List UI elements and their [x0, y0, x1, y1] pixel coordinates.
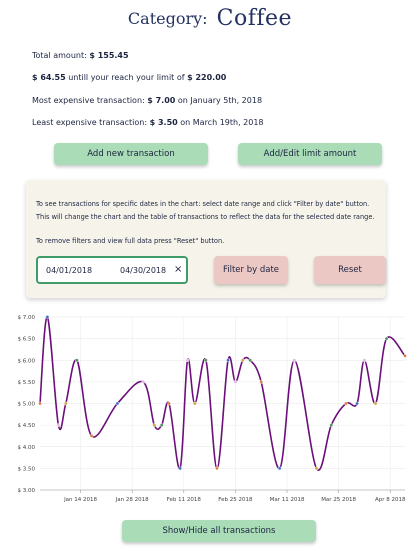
data-point[interactable] — [233, 380, 238, 384]
y-tick-label: $ 3.50 — [18, 466, 36, 472]
reset-button[interactable]: Reset — [314, 256, 386, 284]
least-expensive-value: $ 3.50 — [149, 118, 178, 127]
y-tick-label: $ 6.50 — [18, 337, 36, 343]
data-point[interactable] — [403, 354, 407, 358]
y-tick-label: $ 6.00 — [18, 358, 36, 364]
date-range-picker[interactable]: 04/01/2018 04/30/2018 × — [36, 256, 188, 284]
data-point[interactable] — [185, 358, 190, 363]
y-tick-label: $ 3.00 — [18, 488, 36, 494]
data-point[interactable] — [204, 358, 208, 363]
data-point[interactable] — [75, 358, 79, 363]
toggle-transactions-button[interactable]: Show/Hide all transactions — [122, 520, 316, 542]
filter-help-text: To see transactions for specific dates i… — [36, 200, 375, 221]
data-point[interactable] — [56, 423, 61, 427]
data-point[interactable] — [240, 358, 245, 363]
x-tick-label: Feb 25 2018 — [218, 497, 253, 503]
reset-help-text: To remove filters and view full data pre… — [36, 237, 225, 245]
total-amount-line: Total amount: $ 155.45 — [32, 51, 129, 60]
data-point[interactable] — [215, 466, 219, 471]
x-axis: Jan 14 2018 Jan 28 2018 Feb 11 2018 Feb 25 … — [40, 489, 406, 503]
total-amount-value: $ 155.45 — [89, 51, 129, 60]
x-tick-label: Apr 8 2018 — [375, 497, 406, 503]
data-point[interactable] — [344, 401, 348, 406]
y-tick-label: $ 4.00 — [18, 445, 36, 451]
data-point[interactable] — [248, 358, 252, 363]
most-expensive-line: Most expensive transaction: $ 7.00 on Ja… — [32, 96, 263, 105]
data-point[interactable] — [259, 380, 264, 384]
edit-limit-button[interactable]: Add/Edit limit amount — [238, 143, 382, 165]
data-point[interactable] — [373, 401, 378, 406]
data-point[interactable] — [89, 434, 94, 438]
data-point[interactable] — [64, 401, 68, 406]
data-point[interactable] — [193, 401, 197, 406]
x-tick-label: Feb 11 2018 — [167, 497, 202, 503]
data-point[interactable] — [115, 401, 120, 406]
data-point[interactable] — [355, 401, 359, 406]
filter-panel: To see transactions for specific dates i… — [26, 180, 386, 298]
data-point[interactable] — [152, 423, 157, 427]
start-date-input[interactable]: 04/01/2018 — [46, 266, 92, 275]
least-expensive-line: Least expensive transaction: $ 3.50 on M… — [32, 118, 264, 127]
limit-remaining-line: $ 64.55 untill your reach your limit of … — [32, 73, 227, 82]
data-point[interactable] — [362, 358, 367, 363]
x-tick-label: Jan 28 2018 — [115, 497, 149, 503]
data-point[interactable] — [314, 466, 319, 471]
filter-by-date-button[interactable]: Filter by date — [214, 256, 288, 284]
category-name: Coffee — [216, 6, 293, 31]
data-point[interactable] — [159, 423, 164, 427]
end-date-input[interactable]: 04/30/2018 — [120, 266, 166, 275]
x-tick-label: Mar 11 2018 — [270, 497, 305, 503]
category-label: Category: — [127, 9, 208, 28]
most-expensive-value: $ 7.00 — [147, 96, 176, 105]
x-tick-label: Jan 14 2018 — [63, 497, 97, 503]
data-point[interactable] — [167, 401, 171, 406]
limit-value: $ 220.00 — [187, 73, 227, 82]
series-line — [39, 316, 406, 471]
x-tick-label: Mar 25 2018 — [321, 497, 356, 503]
data-point[interactable] — [329, 423, 334, 427]
clear-dates-icon[interactable]: × — [174, 264, 182, 275]
spending-line-chart: $ 3.00 $ 3.50 $ 4.00 $ 4.50 $ 5.00 $ 5.50 $ 6.… — [18, 315, 407, 503]
data-point[interactable] — [45, 315, 50, 319]
data-point[interactable] — [384, 336, 389, 341]
page-title: Category: Coffee — [0, 6, 420, 31]
data-point[interactable] — [141, 380, 146, 384]
data-point[interactable] — [226, 358, 230, 363]
y-tick-label: $ 7.00 — [18, 315, 36, 321]
data-point[interactable] — [38, 401, 42, 406]
data-point[interactable] — [178, 466, 182, 471]
y-axis: $ 3.00 $ 3.50 $ 4.00 $ 4.50 $ 5.00 $ 5.50 $ 6.… — [18, 315, 36, 494]
y-tick-label: $ 5.00 — [18, 402, 36, 408]
data-point[interactable] — [292, 358, 297, 363]
y-tick-label: $ 5.50 — [18, 380, 36, 386]
remaining-value: $ 64.55 — [32, 73, 66, 82]
add-transaction-button[interactable]: Add new transaction — [54, 143, 208, 165]
y-tick-label: $ 4.50 — [18, 423, 36, 429]
data-point[interactable] — [277, 466, 282, 471]
